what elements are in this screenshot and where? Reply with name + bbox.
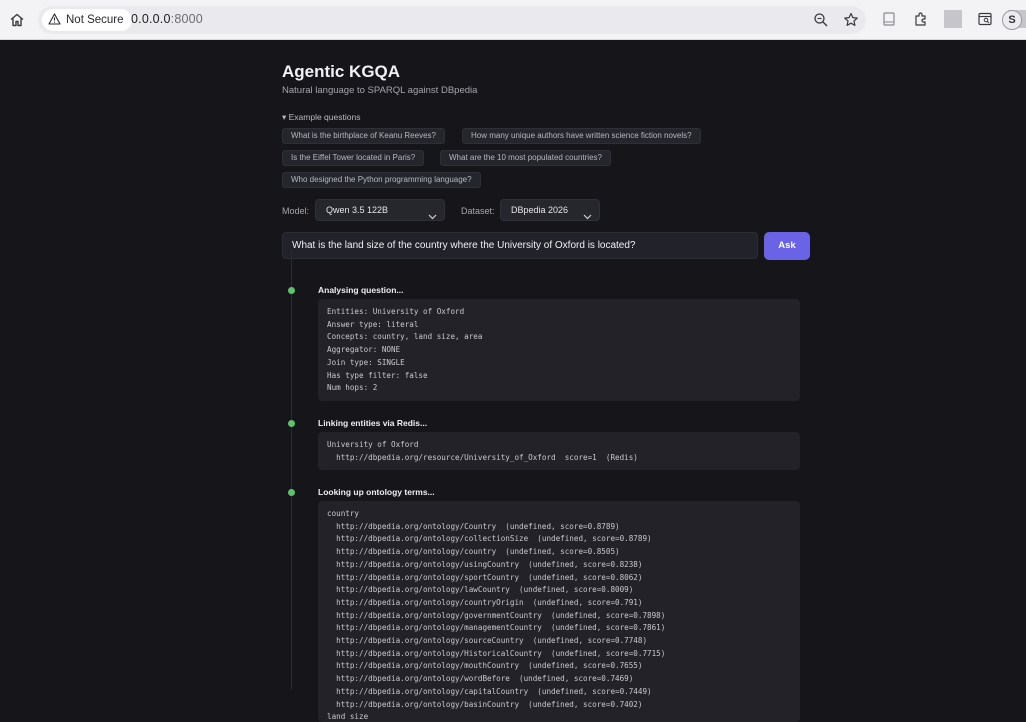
step-output-line: land size [327,712,369,722]
url-port: :8000 [170,12,203,26]
step-output-line: Num hops: 2 [327,383,378,393]
step-status-dot [288,287,295,294]
dataset-label: Dataset: [461,206,495,216]
step-title: Looking up ontology terms... [318,487,435,497]
zoom-icon[interactable] [812,11,830,29]
chevron-down-icon [583,207,592,220]
ask-button[interactable]: Ask [764,232,810,260]
step-output-line: http://dbpedia.org/ontology/mouthCountry… [327,661,643,671]
profile-avatar[interactable]: S [1002,10,1022,30]
step-output-line: http://dbpedia.org/ontology/lawCountry (… [327,585,634,595]
page-title: Agentic KGQA [282,62,401,81]
step-output-line: http://dbpedia.org/ontology/capitalCount… [327,686,652,696]
step-output-line: Aggregator: NONE [327,345,401,355]
step-output-line: http://dbpedia.org/resource/University_o… [327,452,638,462]
page: Agentic KGQA Natural language to SPARQL … [0,40,1026,722]
chevron-down-icon [428,207,437,220]
step-output-line: Entities: University of Oxford [327,307,465,316]
example-question-chip[interactable]: How many unique authors have written sci… [462,128,701,144]
step-output-line: http://dbpedia.org/ontology/Country (und… [327,521,620,531]
bookmark-star-icon[interactable] [842,11,860,29]
security-indicator[interactable]: Not Secure [42,9,132,31]
step-output-line: country [327,509,360,518]
toolbar-divider [944,10,962,28]
step-output-line: http://dbpedia.org/ontology/country (und… [327,547,620,557]
step-output-line: http://dbpedia.org/ontology/countryOrigi… [327,597,643,607]
address-bar[interactable]: Not Secure 0.0.0.0:8000 [38,6,866,34]
step-output: country http://dbpedia.org/ontology/Coun… [318,501,800,722]
example-question-chip[interactable]: Is the Eiffel Tower located in Paris? [282,150,425,166]
security-label: Not Secure [66,14,124,26]
tab-search-icon[interactable] [976,10,994,28]
question-input[interactable] [282,232,758,259]
step-output-line: http://dbpedia.org/ontology/managementCo… [327,623,666,633]
step-output-line: http://dbpedia.org/ontology/sourceCountr… [327,636,648,646]
extensions-icon[interactable] [912,10,930,28]
step-output-line: http://dbpedia.org/ontology/governmentCo… [327,610,666,620]
dataset-select[interactable]: DBpedia 2026 [500,199,600,221]
step-output-line: http://dbpedia.org/ontology/collectionSi… [327,534,652,544]
step-output-line: Join type: SINGLE [327,357,405,367]
step-output-line: Concepts: country, land size, area [327,332,483,342]
step-output: Entities: University of Oxford Answer typ… [318,299,800,401]
step-output-line: Answer type: literal [327,319,419,329]
step-output-line: University of Oxford [327,440,419,449]
step-title: Linking entities via Redis... [318,418,428,428]
step-output-line: http://dbpedia.org/ontology/usingCountry… [327,559,643,569]
dataset-select-value: DBpedia 2026 [511,205,569,215]
url-text[interactable]: 0.0.0.0:8000 [131,12,203,26]
page-subtitle: Natural language to SPARQL against DBped… [282,85,478,96]
step-output-line: Has type filter: false [327,370,428,380]
example-question-chip[interactable]: What is the birthplace of Keanu Reeves? [282,128,445,144]
step-output-line: http://dbpedia.org/ontology/basinCountry… [327,699,643,709]
step-output-line: http://dbpedia.org/ontology/wordBefore (… [327,674,634,684]
model-label: Model: [282,206,310,216]
model-select[interactable]: Qwen 3.5 122B [315,199,445,221]
example-question-chip[interactable]: Who designed the Python programming lang… [282,172,481,188]
step-output-line: http://dbpedia.org/ontology/HistoricalCo… [327,648,666,658]
step-status-dot [288,489,295,496]
model-select-value: Qwen 3.5 122B [326,205,389,215]
browser-toolbar: Not Secure 0.0.0.0:8000 S [0,0,1026,40]
home-icon[interactable] [8,11,26,29]
step-title: Analysing question... [318,285,404,295]
warning-icon [48,12,61,28]
example-question-chip[interactable]: What are the 10 most populated countries… [440,150,611,166]
url-host: 0.0.0.0 [131,12,171,26]
step-output: University of Oxford http://dbpedia.org/… [318,432,800,470]
step-status-dot [288,420,295,427]
timeline-line [291,250,292,690]
example-questions-toggle[interactable]: ▾ Example questions [282,112,360,123]
step-output-line: http://dbpedia.org/ontology/sportCountry… [327,572,643,582]
reading-mode-icon[interactable] [880,10,898,28]
